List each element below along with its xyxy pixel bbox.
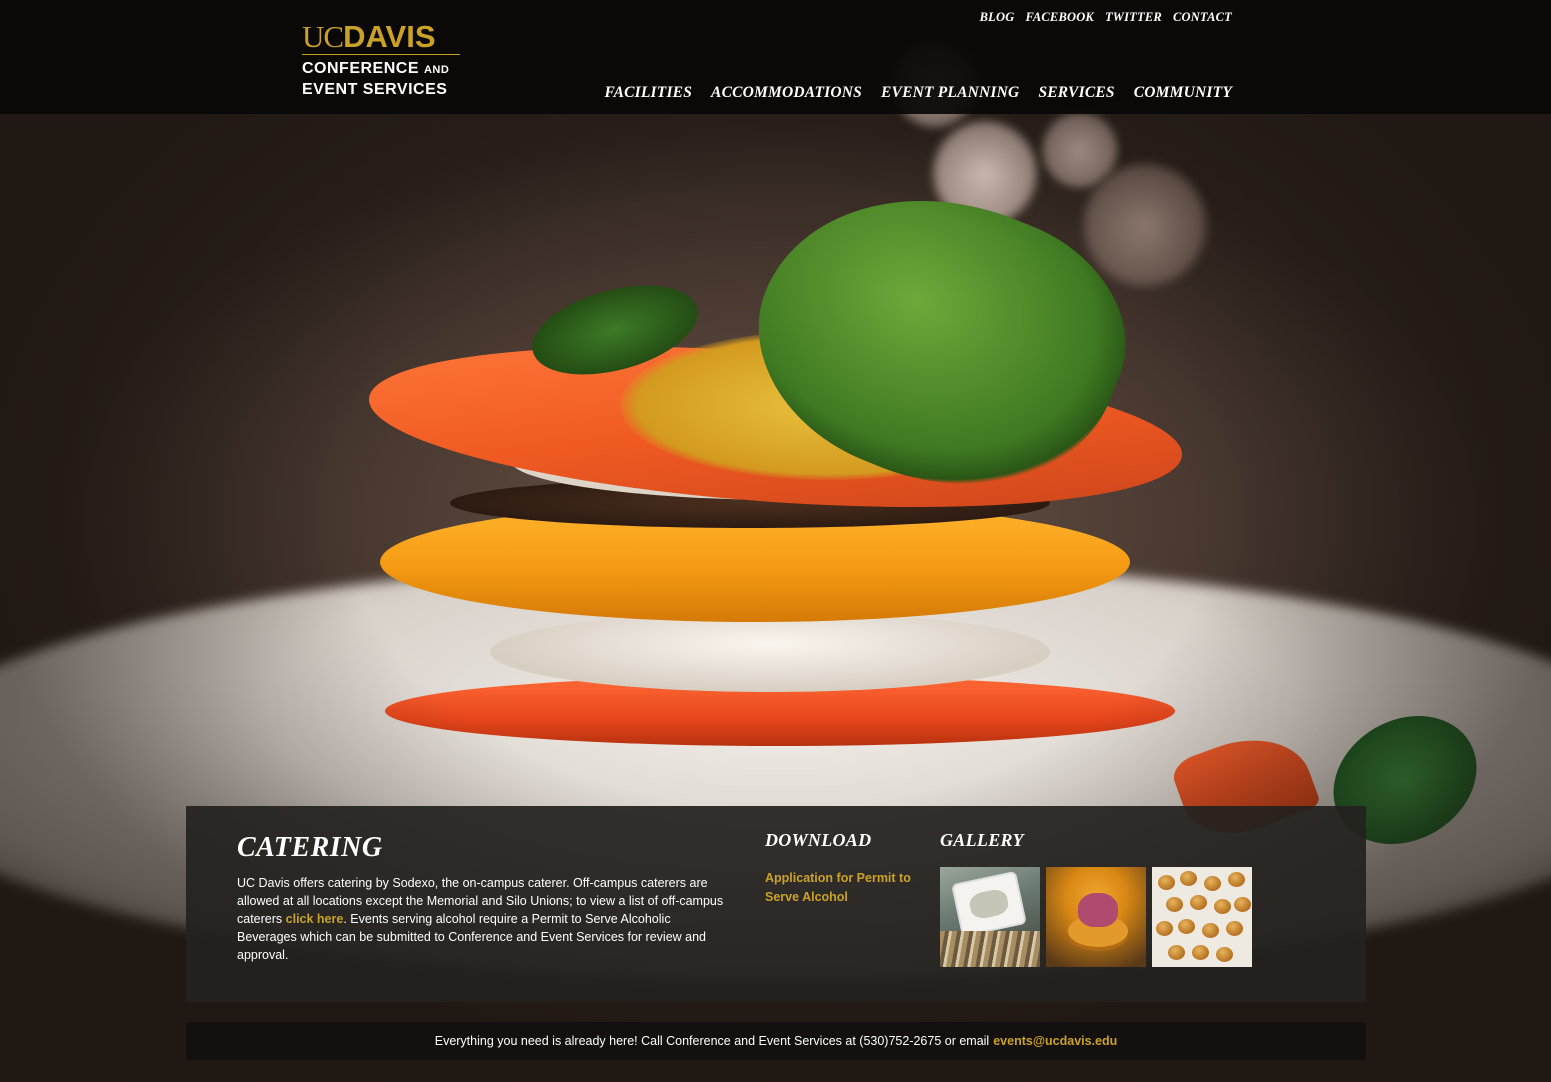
contact-footer-bar: Everything you need is already here! Cal… <box>186 1022 1366 1060</box>
footer-contact-text: Everything you need is already here! Cal… <box>434 1034 990 1048</box>
uc-davis-logo[interactable]: UCDAVIS CONFERENCE AND EVENT SERVICES <box>302 19 464 99</box>
util-nav-blog[interactable]: BLOG <box>980 10 1015 25</box>
util-nav-twitter[interactable]: TWITTER <box>1105 10 1162 25</box>
download-heading: DOWNLOAD <box>765 830 872 850</box>
logo-rule <box>302 54 460 55</box>
main-nav-community[interactable]: COMMUNITY <box>1134 84 1232 102</box>
utility-nav: BLOG FACEBOOK TWITTER CONTACT <box>980 10 1232 25</box>
gallery-thumbnail-pastries[interactable] <box>1152 867 1252 967</box>
catering-description: UC Davis offers catering by Sodexo, the … <box>237 876 724 962</box>
logo-subtitle: CONFERENCE AND EVENT SERVICES <box>302 60 450 98</box>
logo-wordmark: UCDAVIS <box>302 19 436 54</box>
catering-intro: CATERING UC Davis offers catering by Sod… <box>237 832 727 964</box>
catering-panel: CATERING UC Davis offers catering by Sod… <box>186 806 1366 1002</box>
util-nav-facebook[interactable]: FACEBOOK <box>1025 10 1094 25</box>
main-nav-accommodations[interactable]: ACCOMMODATIONS <box>711 84 862 102</box>
page-title: CATERING <box>237 832 383 863</box>
site-header: UCDAVIS CONFERENCE AND EVENT SERVICES BL… <box>0 0 1551 114</box>
gallery-section: GALLERY <box>940 830 1252 967</box>
off-campus-caterers-link[interactable]: click here <box>286 912 344 926</box>
alcohol-permit-application-link[interactable]: Application for Permit to Serve Alcohol <box>765 869 925 907</box>
util-nav-contact[interactable]: CONTACT <box>1173 10 1232 25</box>
gallery-heading: GALLERY <box>940 830 1024 850</box>
gallery-thumbnail-dip[interactable] <box>940 867 1040 967</box>
download-section: DOWNLOAD Application for Permit to Serve… <box>765 830 925 907</box>
main-nav-event-planning[interactable]: EVENT PLANNING <box>881 84 1019 102</box>
gallery-thumbnails <box>940 867 1252 967</box>
footer-email-link[interactable]: events@ucdavis.edu <box>993 1034 1117 1048</box>
main-nav-facilities[interactable]: FACILITIES <box>604 84 692 102</box>
gallery-thumbnail-dessert[interactable] <box>1046 867 1146 967</box>
main-nav: FACILITIES ACCOMMODATIONS EVENT PLANNING… <box>604 84 1232 102</box>
main-nav-services[interactable]: SERVICES <box>1038 84 1114 102</box>
